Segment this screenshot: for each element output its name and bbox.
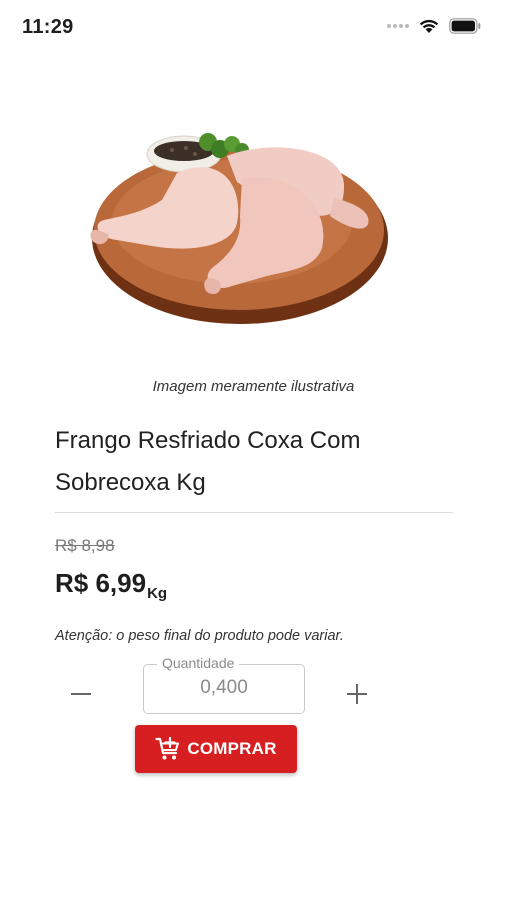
buy-button[interactable]: COMPRAR xyxy=(135,725,297,773)
quantity-label: Quantidade xyxy=(157,655,240,671)
buy-button-label: COMPRAR xyxy=(187,739,277,758)
quantity-field[interactable]: Quantidade 0,400 xyxy=(143,655,305,714)
signal-icon xyxy=(387,24,409,28)
divider xyxy=(55,512,453,513)
status-bar: 11:29 xyxy=(0,0,507,56)
status-time: 11:29 xyxy=(22,16,74,38)
wifi-icon xyxy=(419,19,439,33)
price-value: R$ 6,99 xyxy=(55,568,147,598)
increase-quantity-button[interactable] xyxy=(342,676,372,712)
decrease-quantity-button[interactable] xyxy=(66,676,96,712)
battery-icon xyxy=(449,18,481,34)
current-price: R$ 6,99Kg xyxy=(55,568,168,602)
weight-notice: Atenção: o peso final do produto pode va… xyxy=(55,628,344,644)
old-price: R$ 8,98 xyxy=(55,536,115,555)
minus-icon xyxy=(71,693,91,695)
price-unit: Kg xyxy=(147,585,168,602)
quantity-value: 0,400 xyxy=(200,677,248,698)
product-title: Frango Resfriado Coxa Com Sobrecoxa Kg xyxy=(55,427,361,496)
image-caption: Imagem meramente ilustrativa xyxy=(152,378,355,395)
status-icons xyxy=(387,18,481,34)
product-image xyxy=(90,133,388,324)
add-to-cart-icon xyxy=(155,736,180,760)
